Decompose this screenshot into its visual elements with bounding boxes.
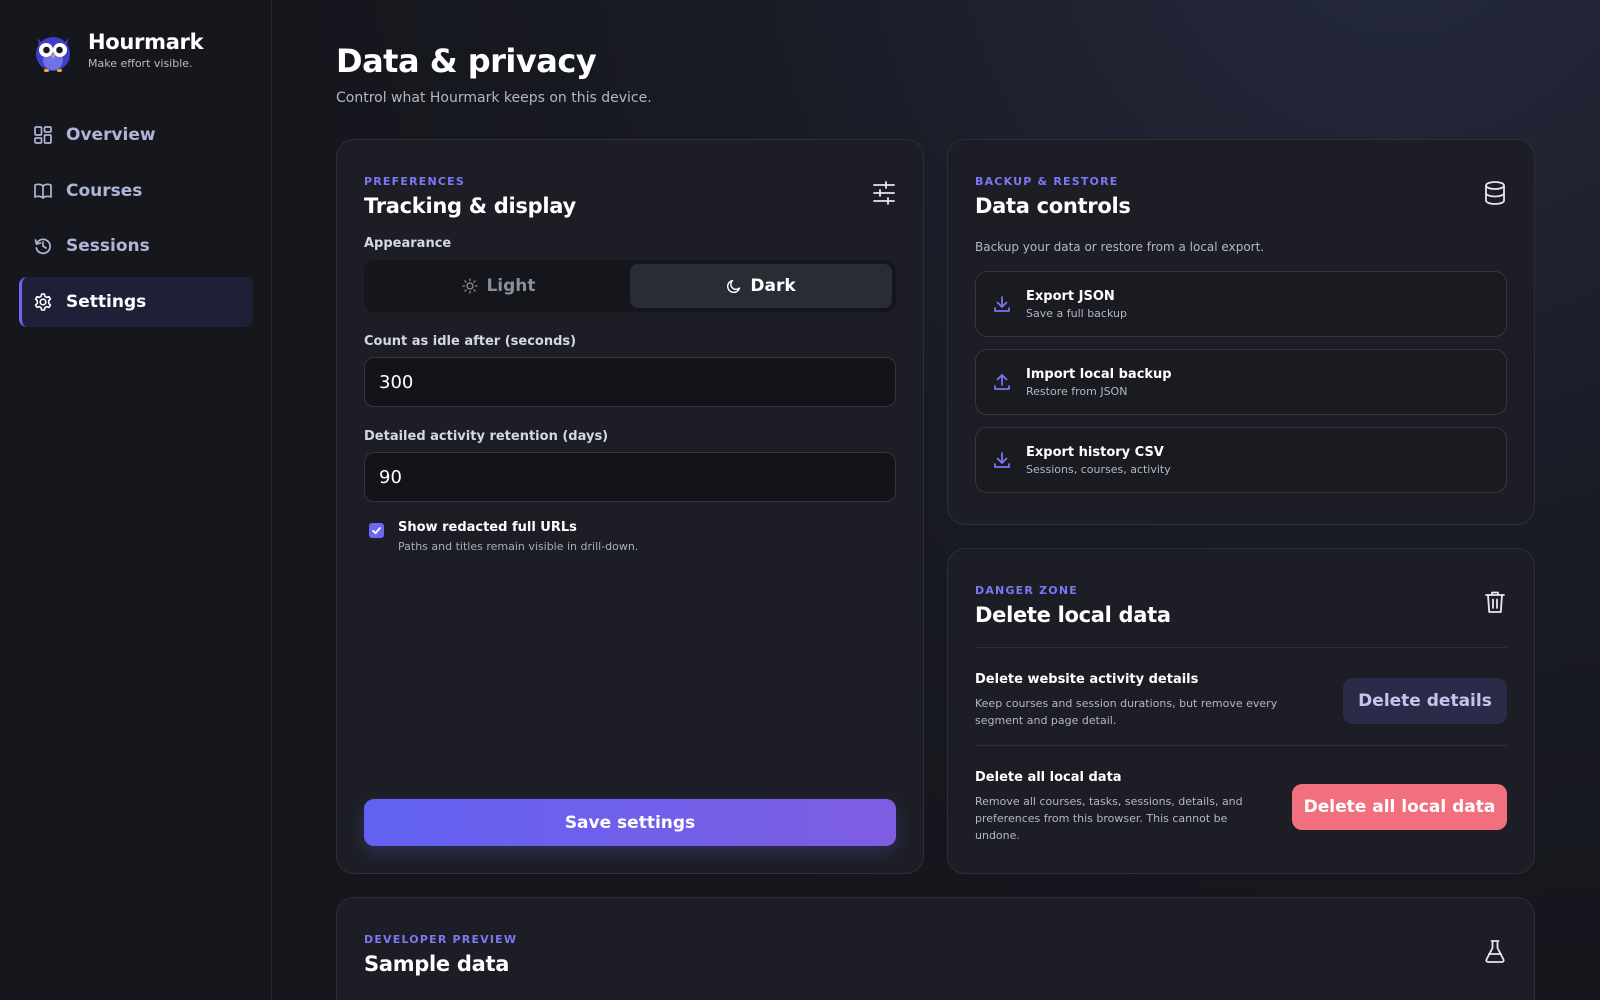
delete-all-title: Delete all local data [975, 770, 1122, 785]
retention-label: Detailed activity retention (days) [364, 429, 609, 444]
delete-details-title: Delete website activity details [975, 672, 1199, 687]
danger-zone-card: DANGER ZONE Delete local data Delete web… [947, 548, 1535, 874]
brand-tagline: Make effort visible. [88, 57, 193, 70]
export-csv-subtitle: Sessions, courses, activity [1026, 462, 1171, 476]
grid-icon [33, 125, 53, 145]
trash-icon[interactable] [1482, 589, 1508, 615]
nav-item-courses[interactable]: Courses [19, 166, 253, 216]
nav-label: Settings [66, 291, 147, 312]
show-urls-checkbox[interactable] [369, 523, 384, 538]
import-backup-title: Import local backup [1026, 366, 1172, 382]
idle-seconds-input[interactable]: 300 [364, 357, 896, 407]
theme-toggle: Light Dark [364, 260, 896, 312]
appearance-label: Appearance [364, 236, 452, 251]
sun-icon [462, 278, 479, 294]
save-settings-button[interactable]: Save settings [364, 799, 896, 846]
divider [975, 647, 1507, 648]
export-json-subtitle: Save a full backup [1026, 306, 1127, 320]
export-json-title: Export JSON [1026, 288, 1115, 304]
theme-light-label: Light [486, 276, 536, 296]
preferences-eyebrow: PREFERENCES [364, 175, 465, 188]
show-urls-option: Show redacted full URLs Paths and titles… [364, 520, 896, 553]
nav-item-sessions[interactable]: Sessions [19, 221, 253, 271]
sliders-icon[interactable] [871, 180, 897, 206]
theme-light-button[interactable]: Light [368, 264, 630, 308]
flask-icon[interactable] [1482, 938, 1508, 964]
brand[interactable]: Hourmark Make effort visible. [32, 28, 204, 72]
sample-data-card: DEVELOPER PREVIEW Sample data [336, 897, 1535, 1000]
export-json-button[interactable]: Export JSON Save a full backup [975, 271, 1507, 337]
backup-description: Backup your data or restore from a local… [975, 240, 1265, 254]
nav-item-overview[interactable]: Overview [19, 110, 253, 160]
download-icon [994, 296, 1010, 312]
delete-all-description: Remove all courses, tasks, sessions, det… [975, 795, 1243, 842]
delete-details-row: Delete website activity details Keep cou… [975, 672, 1507, 729]
danger-title: Delete local data [975, 603, 1171, 627]
divider [975, 745, 1507, 746]
main-content: Data & privacy Control what Hourmark kee… [272, 0, 1600, 1000]
show-urls-description: Paths and titles remain visible in drill… [398, 540, 639, 553]
upload-icon [994, 374, 1010, 390]
import-backup-button[interactable]: Import local backup Restore from JSON [975, 349, 1507, 415]
page-title: Data & privacy [336, 42, 597, 80]
delete-details-description: Keep courses and session durations, but … [975, 697, 1278, 727]
moon-icon [727, 279, 741, 294]
preferences-card: PREFERENCES Tracking & display Appearanc… [336, 139, 924, 874]
data-controls-card: BACKUP & RESTORE Data controls Backup yo… [947, 139, 1535, 525]
page-subtitle: Control what Hourmark keeps on this devi… [336, 90, 652, 106]
check-icon [372, 527, 381, 535]
brand-name: Hourmark [88, 30, 204, 54]
history-icon [33, 236, 53, 256]
download-icon [994, 452, 1010, 468]
nav-label: Overview [66, 125, 156, 145]
delete-all-row: Delete all local data Remove all courses… [975, 770, 1507, 844]
gear-icon [33, 292, 53, 312]
backup-title: Data controls [975, 194, 1131, 218]
export-csv-button[interactable]: Export history CSV Sessions, courses, ac… [975, 427, 1507, 493]
show-urls-label: Show redacted full URLs [398, 520, 577, 535]
export-csv-title: Export history CSV [1026, 444, 1164, 460]
delete-details-button[interactable]: Delete details [1343, 677, 1507, 724]
nav-item-settings[interactable]: Settings [19, 276, 253, 327]
preferences-title: Tracking & display [364, 194, 576, 218]
nav-label: Courses [66, 180, 143, 201]
theme-dark-label: Dark [750, 276, 796, 296]
danger-eyebrow: DANGER ZONE [975, 584, 1078, 597]
owl-logo-icon [36, 37, 70, 72]
backup-eyebrow: BACKUP & RESTORE [975, 175, 1119, 188]
sample-eyebrow: DEVELOPER PREVIEW [364, 933, 518, 946]
nav-label: Sessions [66, 236, 150, 256]
theme-dark-button[interactable]: Dark [630, 264, 892, 308]
sample-title: Sample data [364, 952, 510, 976]
retention-days-input[interactable]: 90 [364, 452, 896, 502]
sidebar: Hourmark Make effort visible. Overview C… [0, 0, 272, 1000]
import-backup-subtitle: Restore from JSON [1026, 384, 1128, 398]
idle-label: Count as idle after (seconds) [364, 334, 577, 349]
book-icon [33, 181, 53, 201]
delete-all-button[interactable]: Delete all local data [1292, 784, 1507, 830]
database-icon[interactable] [1482, 180, 1508, 206]
main-nav: Overview Courses Sessions Settings [19, 110, 253, 332]
